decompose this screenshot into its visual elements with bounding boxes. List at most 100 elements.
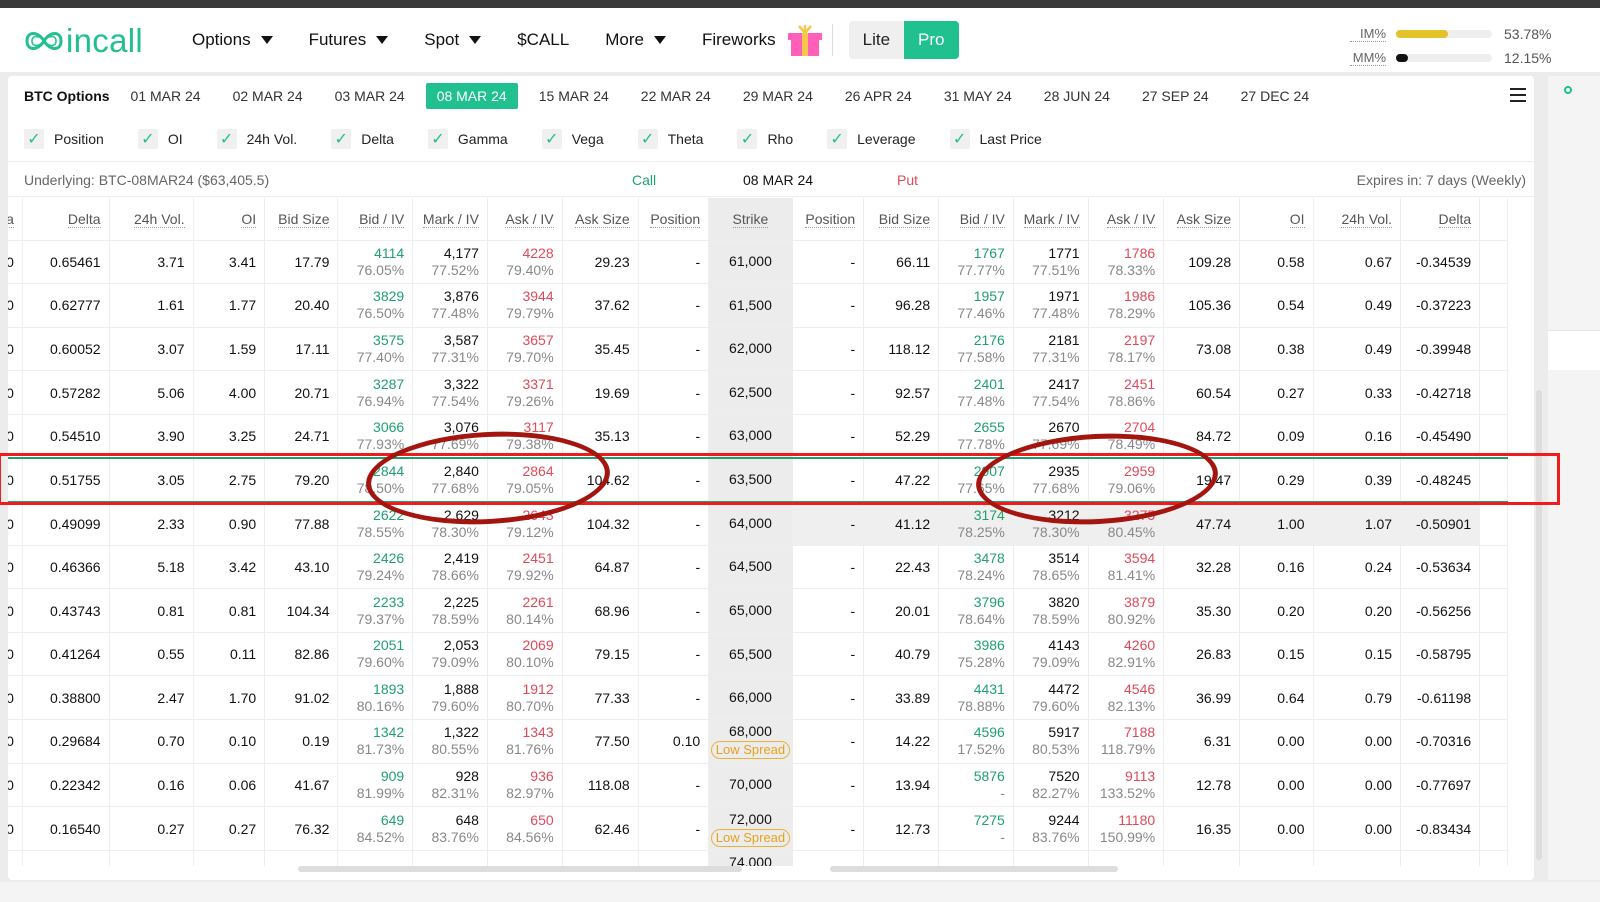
table-row[interactable]: 500.654613.713.4117.79411476.05%4,17777.… — [8, 240, 1508, 285]
im-label[interactable]: IM% — [1350, 26, 1386, 42]
checkbox-checked-icon[interactable]: ✓ — [737, 128, 758, 149]
put-column-header[interactable]: OI — [1239, 198, 1314, 241]
checkbox-checked-icon[interactable]: ✓ — [331, 128, 352, 149]
table-row[interactable]: 458449460 74,000Low Spread 86941104613332 — [8, 850, 1508, 866]
put-mark-cell[interactable]: 2417 77.54% — [1013, 370, 1089, 415]
put-mark-cell[interactable]: 7520 82.27% — [1013, 763, 1089, 808]
expiry-tab[interactable]: 29 MAR 24 — [732, 83, 824, 109]
call-mark-cell[interactable]: 449 — [412, 850, 488, 866]
call-ask-cell[interactable]: 2261 80.14% — [487, 588, 563, 633]
nav-options[interactable]: Options — [192, 30, 273, 50]
expiry-tab[interactable]: 03 MAR 24 — [324, 83, 416, 109]
call-column-header[interactable]: ma — [8, 198, 23, 241]
call-bid-cell[interactable]: 3829 76.50% — [337, 283, 414, 328]
checkbox-checked-icon[interactable]: ✓ — [541, 128, 562, 149]
call-ask-cell[interactable]: 3371 79.26% — [487, 370, 563, 415]
vertical-scrollbar[interactable] — [1536, 390, 1542, 860]
put-ask-cell[interactable]: 2704 78.49% — [1088, 414, 1165, 459]
put-column-header[interactable]: Delta — [1400, 198, 1481, 241]
put-ask-cell[interactable]: 2959 79.06% — [1088, 456, 1165, 503]
column-toggle[interactable]: ✓ Gamma — [427, 128, 508, 149]
column-toggle[interactable]: ✓ Position — [24, 128, 104, 149]
call-column-header[interactable]: 24h Vol. — [109, 198, 194, 241]
expiry-tab[interactable]: 31 MAY 24 — [933, 83, 1023, 109]
call-column-header[interactable]: Position — [638, 198, 710, 241]
call-mark-cell[interactable]: 2,053 79.09% — [412, 632, 488, 677]
put-bid-cell[interactable]: 2176 77.58% — [938, 327, 1014, 372]
column-toggle[interactable]: ✓ Vega — [541, 128, 604, 149]
put-mark-cell[interactable]: 4472 79.60% — [1013, 675, 1089, 721]
put-mark-cell[interactable]: 3514 78.65% — [1013, 545, 1089, 590]
call-column-header[interactable]: Mark / IV — [412, 198, 488, 241]
put-mark-cell[interactable]: 3212 78.30% — [1013, 501, 1089, 546]
call-bid-cell[interactable]: 1342 81.73% — [337, 719, 414, 764]
put-ask-cell[interactable]: 7188 118.79% — [1088, 719, 1165, 764]
put-ask-cell[interactable]: 13332 — [1088, 850, 1165, 866]
call-ask-cell[interactable]: 460 — [487, 850, 563, 866]
expiry-tab[interactable]: 02 MAR 24 — [222, 83, 314, 109]
checkbox-checked-icon[interactable]: ✓ — [949, 128, 970, 149]
table-row[interactable]: 500.388002.471.7091.02189380.16%1,88879.… — [8, 675, 1508, 721]
pro-mode-button[interactable]: Pro — [904, 21, 959, 59]
put-column-header[interactable]: Ask / IV — [1088, 198, 1165, 241]
expiry-tab[interactable]: 27 SEP 24 — [1131, 83, 1220, 109]
checkbox-checked-icon[interactable]: ✓ — [216, 128, 237, 149]
checkbox-checked-icon[interactable]: ✓ — [24, 128, 44, 149]
expiry-tab[interactable]: 08 MAR 24 — [425, 83, 518, 109]
checkbox-checked-icon[interactable]: ✓ — [137, 128, 158, 149]
call-mark-cell[interactable]: 3,322 77.54% — [412, 370, 488, 415]
put-ask-cell[interactable]: 2451 78.86% — [1088, 370, 1165, 415]
put-mark-cell[interactable]: 9244 83.76% — [1013, 806, 1089, 851]
put-horizontal-scrollbar[interactable] — [830, 866, 1118, 872]
call-ask-cell[interactable]: 3657 79.70% — [487, 327, 563, 372]
call-column-header[interactable]: Delta — [22, 198, 110, 241]
expiry-tab[interactable]: 28 JUN 24 — [1033, 83, 1121, 109]
put-ask-cell[interactable]: 3594 81.41% — [1088, 545, 1165, 590]
put-bid-cell[interactable]: 3796 78.64% — [938, 588, 1014, 633]
table-row[interactable]: 500.490992.330.9077.88262278.55%2,62978.… — [8, 501, 1508, 546]
put-column-header[interactable]: 24h Vol. — [1313, 198, 1402, 241]
column-toggle[interactable]: ✓ 24h Vol. — [216, 128, 297, 149]
put-bid-cell[interactable]: 4596 17.52% — [938, 719, 1014, 764]
put-column-header[interactable]: Mark / IV — [1013, 198, 1089, 241]
put-ask-cell[interactable]: 11180 150.99% — [1088, 806, 1165, 851]
put-bid-cell[interactable]: 3174 78.25% — [938, 501, 1014, 546]
put-mark-cell[interactable]: 2181 77.31% — [1013, 327, 1089, 372]
call-bid-cell[interactable]: 2844 78.50% — [337, 456, 414, 503]
table-row[interactable]: 500.627771.611.7720.40382976.50%3,87677.… — [8, 283, 1508, 328]
checkbox-checked-icon[interactable]: ✓ — [827, 128, 848, 149]
nav-call-token[interactable]: $CALL — [517, 30, 569, 50]
lite-mode-button[interactable]: Lite — [848, 21, 905, 59]
call-ask-cell[interactable]: 4228 79.40% — [487, 240, 563, 285]
expiry-tab[interactable]: 01 MAR 24 — [120, 83, 212, 109]
mm-label[interactable]: MM% — [1350, 50, 1386, 66]
put-bid-cell[interactable]: 5876- — [938, 763, 1014, 808]
call-column-header[interactable]: OI — [193, 198, 266, 241]
put-mark-cell[interactable]: 11046 — [1013, 850, 1089, 866]
call-column-header[interactable]: Ask / IV — [487, 198, 563, 241]
call-bid-cell[interactable]: 2622 78.55% — [337, 501, 414, 546]
call-bid-cell[interactable]: 4114 76.05% — [337, 240, 414, 285]
call-ask-cell[interactable]: 2451 79.92% — [487, 545, 563, 590]
put-bid-cell[interactable]: 4431 78.88% — [938, 675, 1014, 721]
call-ask-cell[interactable]: 936 82.97% — [487, 763, 563, 808]
call-column-header[interactable]: Bid / IV — [337, 198, 414, 241]
put-bid-cell[interactable]: 2401 77.48% — [938, 370, 1014, 415]
call-mark-cell[interactable]: 2,419 78.66% — [412, 545, 488, 590]
table-row[interactable]: 500.412640.550.1182.86205179.60%2,05379.… — [8, 632, 1508, 677]
put-ask-cell[interactable]: 4260 82.91% — [1088, 632, 1165, 677]
call-mark-cell[interactable]: 2,629 78.30% — [412, 501, 488, 546]
expiry-tab[interactable]: 15 MAR 24 — [528, 83, 620, 109]
put-mark-cell[interactable]: 2935 77.68% — [1013, 456, 1089, 503]
call-ask-cell[interactable]: 650 84.56% — [487, 806, 563, 851]
put-mark-cell[interactable]: 2670 77.69% — [1013, 414, 1089, 459]
put-ask-cell[interactable]: 3275 80.45% — [1088, 501, 1165, 546]
put-bid-cell[interactable]: 7275- — [938, 806, 1014, 851]
call-mark-cell[interactable]: 1,322 80.55% — [412, 719, 488, 764]
call-bid-cell[interactable]: 1893 80.16% — [337, 675, 414, 721]
call-mark-cell[interactable]: 3,876 77.48% — [412, 283, 488, 328]
put-column-header[interactable]: Ask Size — [1163, 198, 1241, 241]
put-ask-cell[interactable]: 1986 78.29% — [1088, 283, 1165, 328]
call-mark-cell[interactable]: 4,177 77.52% — [412, 240, 488, 285]
nav-spot[interactable]: Spot — [424, 30, 482, 50]
